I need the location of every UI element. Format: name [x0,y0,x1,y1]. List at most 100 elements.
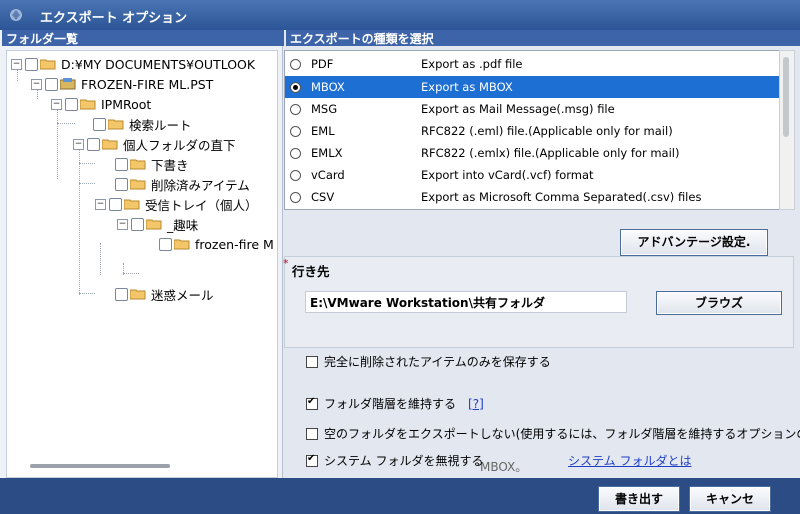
format-description: RFC822 (.emlx) file.(Applicable only for… [421,146,680,160]
collapse-icon[interactable]: − [95,198,106,210]
window-title: エクスポート オプション [40,11,188,26]
checkbox[interactable] [306,427,318,440]
folder-checkbox[interactable] [115,157,128,171]
tree-node-ipmroot[interactable]: − IPMRoot [51,95,151,113]
collapse-icon[interactable]: − [11,58,22,70]
folder-checkbox[interactable] [115,177,128,191]
export-option-pdf[interactable]: PDF Export as .pdf file [285,53,779,75]
footer-bar [0,478,800,514]
tree-node-drafts[interactable]: 下書き [115,155,189,173]
option-skip-empty[interactable]: 空のフォルダをエクスポートしない(使用するには、フォルダ階層を維持するオプション… [306,425,800,442]
export-option-msg[interactable]: MSG Export as Mail Message(.msg) file [285,98,779,120]
destination-path-input[interactable]: E:\VMware Workstation\共有フォルダ [305,291,627,313]
collapse-icon[interactable]: − [31,78,42,90]
folder-tree[interactable]: − D:¥MY DOCUMENTS¥OUTLOOK − FROZEN-FIRE … [6,50,278,478]
export-option-vcard[interactable]: vCard Export into vCard(.vcf) format [285,164,779,186]
tree-node-root[interactable]: − D:¥MY DOCUMENTS¥OUTLOOK [11,55,255,73]
option-keep-hierarchy[interactable]: フォルダ階層を維持する [?] [306,395,484,412]
folder-checkbox[interactable] [115,287,128,301]
export-type-list[interactable]: PDF Export as .pdf file MBOX Export as M… [284,50,780,210]
tree-node-label: 削除済みアイテム [151,177,250,193]
radio-button[interactable] [290,191,301,203]
radio-button[interactable] [290,58,301,70]
format-description: Export as MBOX [421,80,513,94]
radio-button[interactable] [290,169,301,181]
folder-checkbox[interactable] [87,137,100,151]
folder-checkbox[interactable] [25,57,38,71]
folder-icon [146,218,162,230]
radio-button[interactable] [290,125,301,137]
format-name: MBOX [311,80,345,94]
folder-icon [130,158,146,170]
folder-pane: フォルダ一覧 − D:¥MY DOCUMENTS¥OUTLOOK − FROZE… [0,30,284,478]
format-name: CSV [311,190,335,204]
horizontal-scrollbar[interactable] [30,464,170,468]
tree-node-inbox[interactable]: − 受信トレイ（個人） [95,195,258,213]
export-option-emlx[interactable]: EMLX RFC822 (.emlx) file.(Applicable onl… [285,142,779,164]
folder-open-icon [40,58,56,70]
system-folder-link[interactable]: システム フォルダとは [568,452,691,469]
destination-label: 行き先 [292,264,330,279]
tree-node-label: frozen-fire M [195,236,274,252]
option-ignore-system[interactable]: システム フォルダを無視する [306,452,483,469]
export-type-header: エクスポートの種類を選択 [286,30,800,46]
tree-node-label: D:¥MY DOCUMENTS¥OUTLOOK [61,56,256,72]
tree-node-label: 検索ルート [129,117,192,133]
option-deleted-only[interactable]: 完全に削除されたアイテムのみを保存する [306,353,551,370]
tree-node-label: IPMRoot [101,96,152,112]
export-option-csv[interactable]: CSV Export as Microsoft Comma Separated(… [285,186,779,208]
checkbox-checked[interactable] [306,396,318,410]
collapse-icon[interactable]: − [51,98,62,110]
export-option-eml[interactable]: EML RFC822 (.eml) file.(Applicable only … [285,120,779,142]
tree-node-search-root[interactable]: 検索ルート [93,115,192,133]
tree-node-label: FROZEN-FIRE ML.PST [81,76,214,92]
export-button[interactable]: 書き出す [598,486,680,512]
folder-checkbox[interactable] [109,197,122,211]
cancel-button[interactable]: キャンセ [689,486,771,512]
tree-node-pst[interactable]: − FROZEN-FIRE ML.PST [31,75,213,93]
folder-icon [130,288,146,300]
folder-checkbox[interactable] [93,117,106,131]
required-marker: * [283,257,289,270]
scrollbar-thumb[interactable] [783,57,789,137]
browse-button[interactable]: ブラウズ [656,291,782,315]
help-link[interactable]: [?] [468,397,484,411]
format-name: vCard [311,168,345,182]
pst-file-icon [60,78,76,90]
export-option-mbox[interactable]: MBOX Export as MBOX [285,76,779,98]
advanced-settings-button[interactable]: アドバンテージ設定. [620,229,768,256]
folder-list-header: フォルダ一覧 [2,30,284,46]
radio-button[interactable] [290,103,301,115]
folder-checkbox[interactable] [131,217,144,231]
folder-checkbox[interactable] [65,97,78,111]
format-description: Export as Mail Message(.msg) file [421,102,615,116]
tree-node-label: 迷惑メール [151,287,214,303]
format-description: Export as .pdf file [421,57,523,71]
tree-node-frozen-fire[interactable]: frozen-fire M [159,235,274,253]
collapse-icon[interactable]: − [117,218,128,230]
overlapped-text: MBOX。 [480,460,528,474]
folder-icon [102,138,118,150]
collapse-icon[interactable]: − [73,138,84,150]
format-description: RFC822 (.eml) file.(Applicable only for … [421,124,673,138]
checkbox-checked[interactable] [306,453,318,467]
option-label: 完全に削除されたアイテムのみを保存する [324,355,551,369]
tree-node-hobby[interactable]: − _趣味 [117,215,198,233]
tree-node-label: 下書き [151,157,189,173]
export-list-scrollbar[interactable] [779,50,795,210]
format-name: EMLX [311,146,343,160]
tree-node-personal[interactable]: − 個人フォルダの直下 [73,135,236,153]
radio-button-selected[interactable] [290,81,301,93]
folder-checkbox[interactable] [45,77,58,91]
checkbox[interactable] [306,355,318,368]
format-description: Export as Microsoft Comma Separated(.csv… [421,190,702,204]
option-label: フォルダ階層を維持する [324,397,457,411]
tree-node-deleted[interactable]: 削除済みアイテム [115,175,250,193]
folder-icon [124,198,140,210]
radio-button[interactable] [290,147,301,159]
tree-node-junk[interactable]: 迷惑メール [115,285,214,303]
format-description: Export into vCard(.vcf) format [421,168,594,182]
tree-node-label: _趣味 [167,217,199,233]
folder-checkbox[interactable] [159,237,172,251]
folder-icon [108,118,124,130]
